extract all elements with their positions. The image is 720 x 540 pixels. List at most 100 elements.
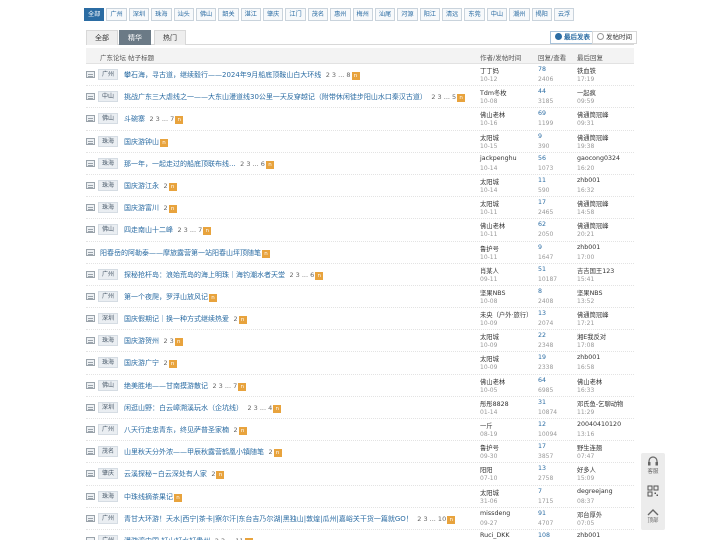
thread-pages[interactable]: 2 3 ... 8	[326, 71, 351, 79]
thread-pages[interactable]: 2	[163, 182, 167, 190]
board-tag[interactable]: 广州	[98, 534, 119, 540]
thread-title[interactable]: 国庆游江永	[124, 182, 159, 190]
city-filter-10[interactable]: 茂名	[307, 8, 329, 21]
board-tag[interactable]: 珠海	[98, 335, 119, 347]
thread-author[interactable]: 太阳城	[480, 488, 499, 497]
board-tag[interactable]: 珠海	[98, 179, 119, 191]
last-reply-user[interactable]: zhb001	[577, 532, 600, 539]
city-filter-8[interactable]: 肇庆	[263, 8, 284, 21]
thread-title[interactable]: 国庆游钟山	[124, 138, 159, 146]
thread-author[interactable]: 彤彤8828	[480, 399, 509, 408]
thread-pages[interactable]: 2 3 ... 5	[431, 93, 456, 101]
thread-pages[interactable]: 2	[211, 470, 215, 478]
board-tag[interactable]: 佛山	[98, 113, 119, 125]
thread-title[interactable]: 四走南山十二峰	[124, 226, 173, 234]
thread-author[interactable]: jackpenghu	[480, 155, 517, 162]
thread-title[interactable]: 闲逛山野：白云嶂溯溪玩水（企坑线）	[124, 404, 243, 412]
thread-title[interactable]: 中珠线摘茶果记	[124, 493, 173, 501]
thread-author[interactable]: 太阳城	[480, 354, 499, 363]
thread-pages[interactable]: 2	[268, 448, 272, 456]
board-tag[interactable]: 广州	[98, 268, 119, 280]
thread-author[interactable]: 太阳城	[480, 199, 499, 208]
city-filter-0[interactable]: 全部	[84, 8, 105, 21]
thread-title[interactable]: 绝美胜地——甘南摸游散记	[124, 382, 208, 390]
board-tag[interactable]: 广州	[98, 512, 119, 524]
last-reply-user[interactable]: 湘E我反对	[577, 332, 606, 341]
sort-latest-post[interactable]: 最后发表	[550, 31, 595, 44]
city-filter-14[interactable]: 河源	[397, 8, 418, 21]
tab-digest[interactable]: 精华	[119, 30, 151, 45]
last-reply-user[interactable]: 邓氏鱼-乞聊动物	[577, 399, 623, 408]
last-reply-user[interactable]: 吉吉国王123	[577, 266, 614, 275]
thread-title[interactable]: 国庆游贺州	[124, 337, 159, 345]
thread-author[interactable]: 丁丁妈	[480, 66, 499, 75]
thread-author[interactable]: 太阳城	[480, 177, 499, 186]
thread-title[interactable]: 国庆游广宁	[124, 359, 159, 367]
tab-hot[interactable]: 热门	[154, 30, 186, 45]
last-reply-user[interactable]: zhb001	[577, 177, 600, 184]
city-filter-13[interactable]: 汕尾	[374, 8, 396, 21]
thread-title[interactable]: 阳春岳的阿勒泰——摩旅露营第一站阳春山坪顶随笔	[100, 249, 261, 257]
thread-title[interactable]: 挑战广东三大虐线之一——大东山漫道线30公里一天反穿越记（附带休闲徒步阳山水口秦…	[124, 93, 427, 101]
last-reply-user[interactable]: 佛通筒冠峰	[577, 133, 608, 142]
thread-pages[interactable]: 2 3 ... 7	[212, 382, 237, 390]
city-filter-12[interactable]: 梅州	[352, 8, 373, 21]
city-filter-5[interactable]: 佛山	[195, 8, 217, 21]
thread-pages[interactable]: 2	[163, 359, 167, 367]
board-tag[interactable]: 珠海	[98, 490, 119, 502]
last-reply-user[interactable]: gaocong0324	[577, 155, 620, 162]
last-reply-user[interactable]: 铁血铁	[577, 66, 596, 75]
city-filter-7[interactable]: 湛江	[240, 8, 261, 21]
thread-title[interactable]: 八天行走忠青东，终见萨普圣家楠	[124, 426, 229, 434]
thread-title[interactable]: 探秘抢杆岛：浪始荒岛的海上明珠｜海钓潮水者天堂	[124, 271, 285, 279]
last-reply-user[interactable]: 佛通筒冠峰	[577, 199, 608, 208]
thread-pages[interactable]: 2 3 ... 6	[289, 271, 314, 279]
city-filter-16[interactable]: 清远	[442, 8, 463, 21]
board-tag[interactable]: 广州	[98, 69, 119, 80]
thread-pages[interactable]: 2	[163, 204, 167, 212]
qrcode-button[interactable]	[641, 485, 665, 497]
thread-author[interactable]: missdeng	[480, 510, 510, 517]
board-tag[interactable]: 珠海	[98, 357, 119, 369]
thread-pages[interactable]: 2	[233, 426, 237, 434]
board-tag[interactable]: 珠海	[98, 202, 119, 214]
thread-author[interactable]: Tdm冬枚	[480, 88, 507, 97]
board-tag[interactable]: 佛山	[98, 224, 119, 236]
last-reply-user[interactable]: 好多人	[577, 465, 596, 474]
board-tag[interactable]: 中山	[98, 91, 119, 103]
city-filter-1[interactable]: 广州	[106, 8, 127, 21]
thread-pages[interactable]: 2 3 ... 7	[149, 115, 174, 123]
city-filter-3[interactable]: 珠海	[151, 8, 172, 21]
thread-title[interactable]: 青甘大环游！天水|西宁|茶卡|察尔汗|东台吉乃尔湖|黑独山|敦煌|瓜州|嘉峪关干…	[124, 515, 413, 523]
thread-author[interactable]: Ruci_DKK	[480, 532, 510, 539]
last-reply-user[interactable]: 坚果NBS	[577, 288, 603, 297]
city-filter-11[interactable]: 惠州	[330, 8, 351, 21]
thread-author[interactable]: 鲁护号	[480, 244, 499, 253]
last-reply-user[interactable]: 佛通筒冠峰	[577, 310, 608, 319]
city-filter-4[interactable]: 汕头	[173, 8, 194, 21]
city-filter-21[interactable]: 云浮	[553, 8, 575, 21]
thread-author[interactable]: 一斤	[480, 421, 493, 430]
board-tag[interactable]: 深圳	[98, 313, 119, 325]
board-tag[interactable]: 深圳	[98, 401, 119, 413]
thread-author[interactable]: 太阳城	[480, 332, 499, 341]
board-tag[interactable]: 广州	[98, 424, 119, 435]
thread-pages[interactable]: 2 3 ... 7	[177, 226, 202, 234]
city-filter-9[interactable]: 江门	[285, 8, 306, 21]
board-tag[interactable]: 肇庆	[98, 468, 119, 480]
thread-author[interactable]: 坚果NBS	[480, 288, 506, 297]
city-filter-15[interactable]: 阳江	[419, 8, 440, 21]
city-filter-18[interactable]: 中山	[486, 8, 508, 21]
thread-author[interactable]: 鲁护号	[480, 443, 499, 452]
thread-title[interactable]: 国庆假期记｜换一种方式继续热爱	[124, 315, 229, 323]
back-to-top-button[interactable]: 顶部	[641, 508, 665, 524]
thread-author[interactable]: 佛山老林	[480, 377, 505, 386]
board-tag[interactable]: 佛山	[98, 379, 119, 391]
thread-title[interactable]: 攀石海，寻古道，继续毅行——2024年9月船底顶鞍山白大环线	[124, 71, 321, 79]
city-filter-19[interactable]: 潮州	[509, 8, 530, 21]
last-reply-user[interactable]: 野生连翘	[577, 443, 602, 452]
thread-author[interactable]: 太阳城	[480, 133, 499, 142]
last-reply-user[interactable]: zhb001	[577, 354, 600, 361]
thread-author[interactable]: 阳阳	[480, 465, 493, 474]
board-tag[interactable]: 珠海	[98, 135, 119, 147]
